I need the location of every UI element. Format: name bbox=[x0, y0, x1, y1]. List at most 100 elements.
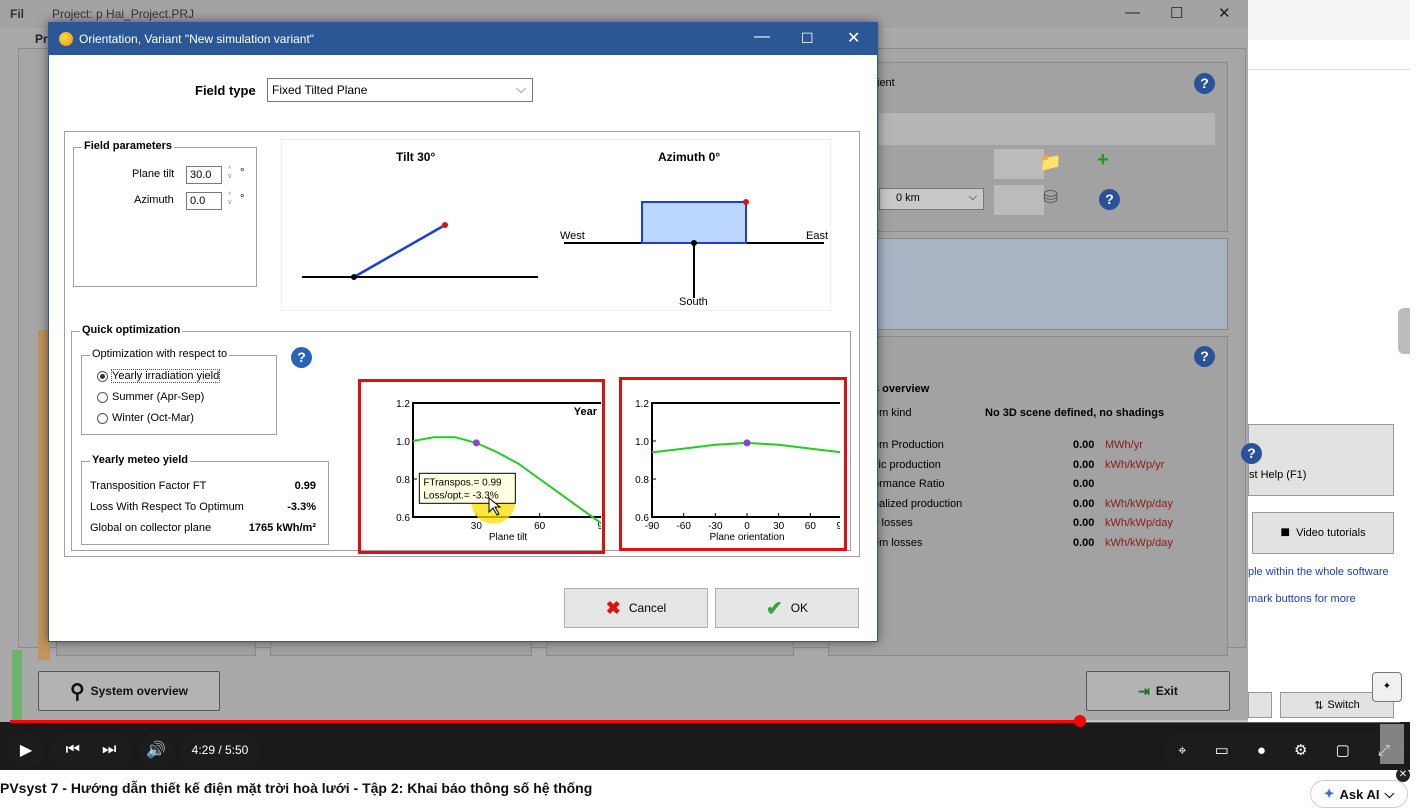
system-overview-label: System overview bbox=[90, 684, 189, 698]
result-unit: kWh/kWp/day bbox=[1105, 517, 1173, 529]
radio-summer[interactable]: Summer (Apr-Sep) bbox=[97, 391, 204, 403]
ask-ai-button[interactable]: ✦ Ask AI ⌵ bbox=[1310, 780, 1408, 808]
optimization-respect-legend: Optimization with respect to bbox=[90, 348, 230, 360]
help-f1-label: st Help (F1) bbox=[1249, 469, 1307, 481]
maximize-icon[interactable]: ☐ bbox=[1170, 4, 1183, 22]
sort-icon: ⇅ bbox=[1314, 699, 1324, 712]
result-value: 0.00 bbox=[1073, 439, 1095, 451]
cancel-label: Cancel bbox=[628, 601, 667, 615]
ok-check-icon: ✔ bbox=[765, 597, 783, 620]
overview-title: s overview bbox=[873, 383, 930, 395]
results-panel: ? s overview em kind No 3D scene defined… bbox=[828, 336, 1228, 656]
add-icon[interactable]: + bbox=[1097, 149, 1109, 172]
azimuth-input[interactable]: 0.0 bbox=[186, 192, 222, 210]
azimuth-diagram-title: Azimuth 0° bbox=[658, 150, 721, 164]
search-doc-icon[interactable] bbox=[994, 149, 1044, 179]
right-top-bar bbox=[1248, 0, 1410, 40]
plane-tilt-input[interactable]: 30.0 bbox=[186, 166, 222, 184]
meteo-loss-value: -3.3% bbox=[287, 501, 316, 513]
cancel-button[interactable]: ✖ Cancel bbox=[564, 588, 708, 628]
result-row: nalized production 0.00 kWh/kWp/day bbox=[873, 498, 1213, 510]
azimuth-plane-rect bbox=[641, 201, 747, 244]
azimuth-spin-arrows-icon[interactable]: ^ v bbox=[228, 192, 232, 206]
system-overview-button[interactable]: ⚲ System overview bbox=[38, 671, 220, 711]
tilt-spin-arrows-icon[interactable]: ^ v bbox=[228, 166, 232, 180]
field-type-label: Field type bbox=[195, 83, 256, 98]
distance-select[interactable]: 0 km ⌵ bbox=[879, 188, 984, 210]
radio-dot-icon bbox=[97, 370, 108, 382]
result-value: 0.00 bbox=[1073, 536, 1095, 549]
result-label: ific production bbox=[873, 458, 941, 471]
magnifier-icon: ⚲ bbox=[69, 680, 85, 703]
azimuth-label: Azimuth bbox=[134, 194, 174, 206]
quick-optimization-legend: Quick optimization bbox=[80, 324, 183, 336]
system-kind-value: No 3D scene defined, no shadings bbox=[985, 407, 1165, 419]
tilt-azimuth-svg bbox=[302, 199, 824, 298]
small-button[interactable] bbox=[1248, 692, 1272, 718]
left-green-bar bbox=[12, 650, 22, 720]
meteo-loss-label: Loss With Respect To Optimum bbox=[90, 501, 244, 513]
meteo-global-value: 1765 kWh/m² bbox=[248, 522, 316, 534]
camera-icon[interactable]: ⌖ bbox=[1178, 742, 1186, 759]
close-icon[interactable]: ✕ bbox=[1218, 4, 1231, 22]
tilt-unit: ° bbox=[240, 167, 245, 179]
pvsyst-sun-icon bbox=[59, 32, 73, 46]
yearly-meteo-group: Yearly meteo yield Transposition Factor … bbox=[81, 454, 329, 545]
result-row: em losses 0.00 kWh/kWp/day bbox=[873, 537, 1213, 549]
highlight-box-tilt bbox=[358, 379, 605, 554]
right-controls: ⌖ ▭ ● ⚙ ▢ ⤢ bbox=[1164, 732, 1404, 768]
chevron-down-icon: ⌵ bbox=[968, 191, 977, 203]
subtitles-icon[interactable]: ▭ bbox=[1215, 741, 1229, 759]
side-panel-toggle[interactable] bbox=[1398, 308, 1410, 354]
south-label: South bbox=[679, 296, 708, 308]
dialog-maximize-icon[interactable]: ☐ bbox=[801, 30, 814, 47]
database-icon[interactable]: ⛁ bbox=[1043, 187, 1058, 208]
exit-button[interactable]: ⇥ Exit bbox=[1086, 671, 1230, 711]
tab-project[interactable]: Pr bbox=[35, 32, 48, 46]
ask-ai-label: Ask AI bbox=[1339, 786, 1380, 802]
video-tutorials-button[interactable]: ■ Video tutorials bbox=[1252, 512, 1394, 554]
volume-button[interactable]: 🔊 bbox=[138, 732, 174, 768]
plane-tilt-label: Plane tilt bbox=[132, 168, 175, 180]
video-player[interactable]: Fil Project: p Hai_Project.PRJ — ☐ ✕ Pr … bbox=[0, 0, 1410, 770]
radio-winter[interactable]: Winter (Oct-Mar) bbox=[97, 412, 194, 424]
settings-gear-icon[interactable]: ⚙ bbox=[1294, 741, 1307, 759]
help2-icon[interactable]: ? bbox=[1099, 189, 1120, 210]
player-controls: ▶ ⏮ ⏭ 🔊 4:29 / 5:50 ⌖ ▭ ● ⚙ ▢ ⤢ bbox=[0, 722, 1410, 770]
note-1: ple within the whole software bbox=[1248, 566, 1389, 578]
play-button[interactable]: ▶ bbox=[8, 732, 44, 768]
result-label: ormance Ratio bbox=[873, 478, 945, 490]
optimization-respect-group: Optimization with respect to Yearly irra… bbox=[81, 348, 277, 435]
client-field bbox=[879, 113, 1215, 145]
meteo-global-label: Global on collector plane bbox=[90, 522, 212, 534]
yearly-meteo-legend: Yearly meteo yield bbox=[90, 454, 190, 466]
azimuth-corner-dot bbox=[743, 199, 749, 205]
help3-icon[interactable]: ? bbox=[1194, 346, 1215, 367]
quick-opt-help-icon[interactable]: ? bbox=[291, 347, 312, 368]
dialog-close-icon[interactable]: ✕ bbox=[847, 28, 860, 48]
ok-label: OK bbox=[790, 601, 809, 615]
next-icon[interactable]: ⏭ bbox=[102, 741, 116, 759]
system-kind-label: em kind bbox=[873, 407, 912, 419]
drop-icon[interactable]: ● bbox=[1257, 742, 1266, 759]
search-doc2-icon[interactable] bbox=[994, 185, 1044, 215]
folder-icon[interactable]: 📁 bbox=[1039, 152, 1061, 173]
minimize-icon[interactable]: — bbox=[1125, 4, 1140, 21]
menu-file[interactable]: Fil bbox=[10, 7, 24, 21]
panel-c bbox=[546, 640, 794, 656]
time-text: 4:29 / 5:50 bbox=[191, 743, 249, 757]
result-value: 0.00 bbox=[1073, 458, 1095, 471]
result-label: em Production bbox=[873, 439, 944, 451]
cancel-x-icon: ✖ bbox=[605, 597, 621, 618]
previous-icon[interactable]: ⏮ bbox=[66, 741, 80, 759]
radio-yearly[interactable]: Yearly irradiation yield bbox=[97, 369, 221, 383]
project-panel: ient ? 0 km ⌵ 📁 + ⛁ ? bbox=[828, 62, 1228, 232]
field-type-select[interactable]: Fixed Tilted Plane ⌵ bbox=[267, 78, 533, 102]
help-f1-button[interactable]: ? st Help (F1) bbox=[1241, 424, 1394, 496]
ok-button[interactable]: ✔ OK bbox=[715, 588, 859, 628]
dialog-minimize-icon[interactable]: — bbox=[754, 28, 770, 46]
help-icon[interactable]: ? bbox=[1194, 73, 1215, 94]
radio-summer-label: Summer (Apr-Sep) bbox=[112, 391, 205, 403]
theater-icon[interactable]: ▢ bbox=[1336, 741, 1350, 759]
field-type-value: Fixed Tilted Plane bbox=[272, 83, 368, 97]
